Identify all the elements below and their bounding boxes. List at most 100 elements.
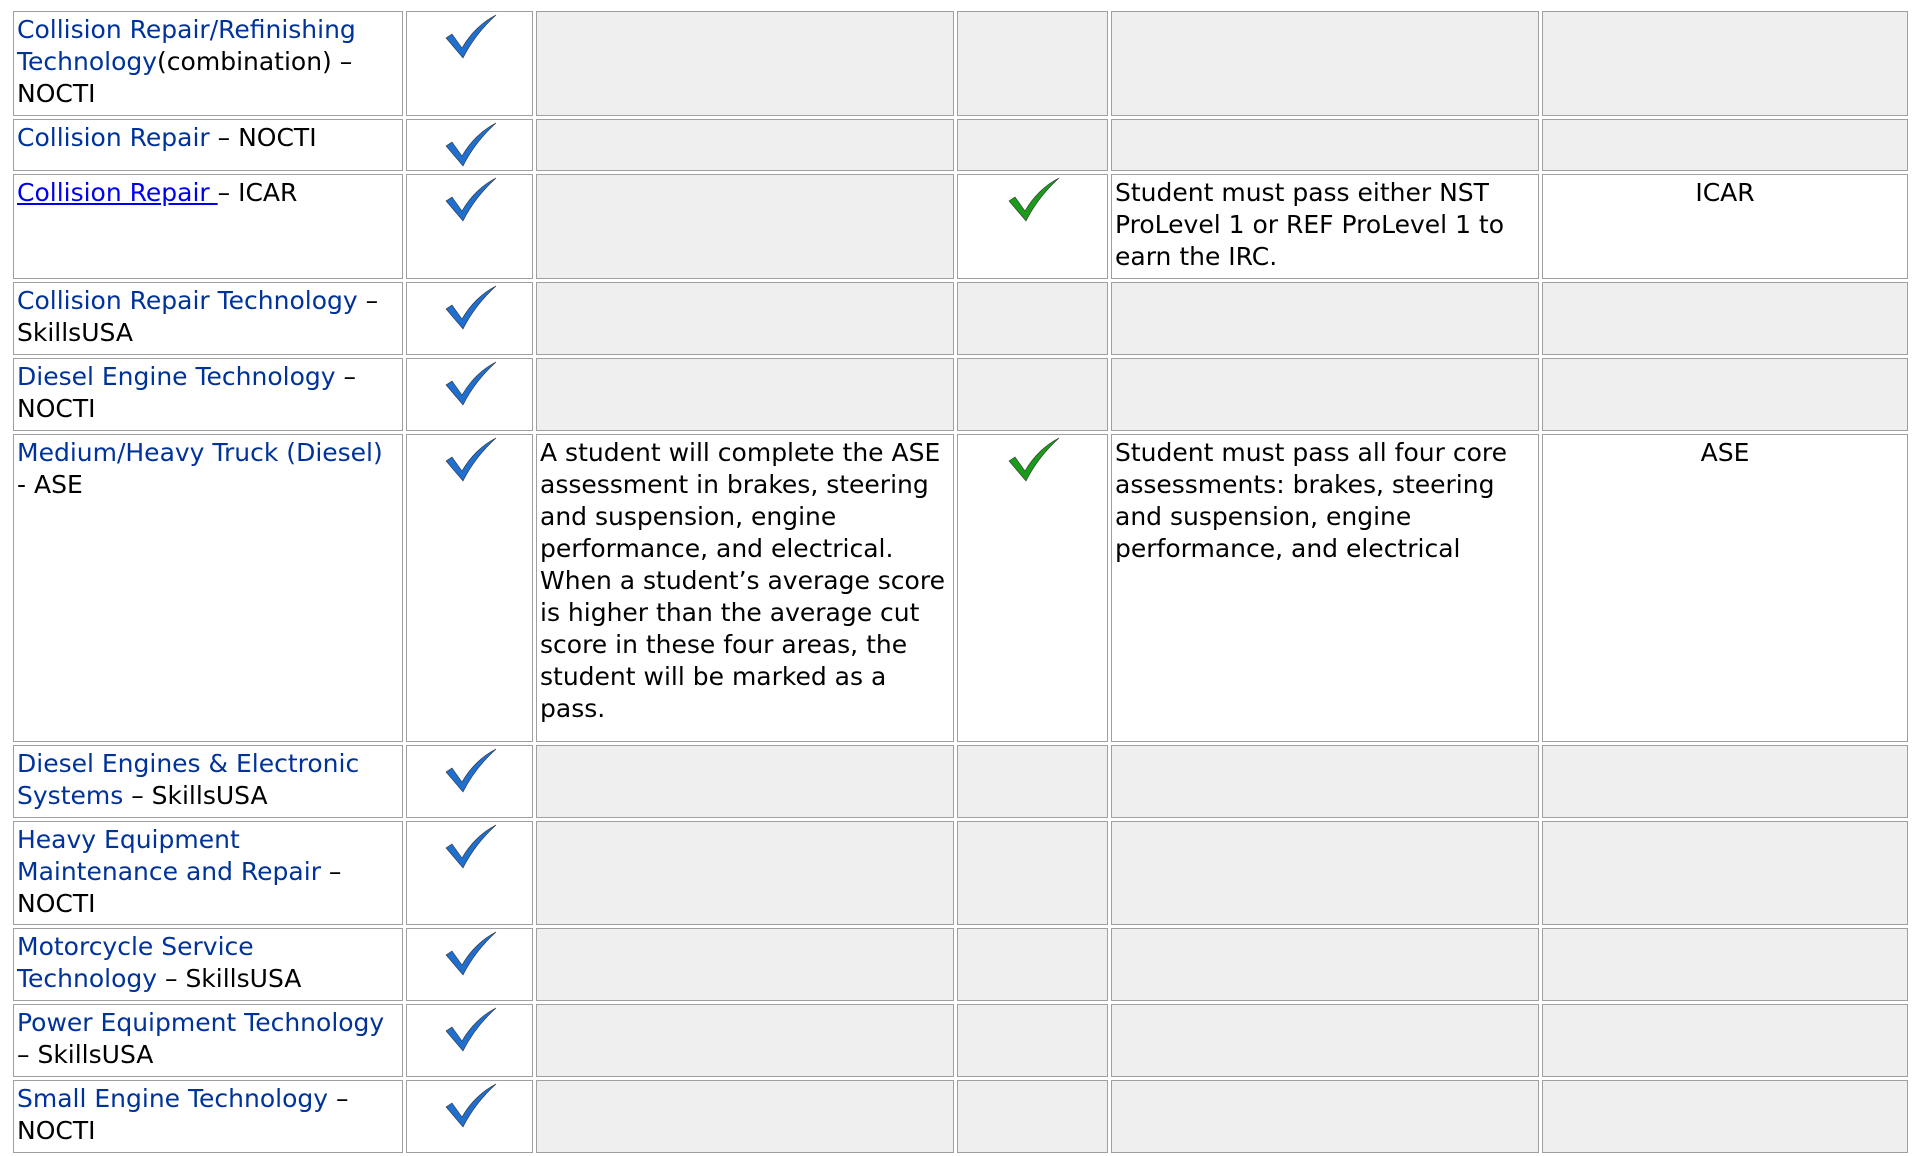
approved-check-cell bbox=[406, 928, 533, 1001]
credential-link[interactable]: Heavy Equipment Maintenance and Repair bbox=[17, 825, 321, 886]
description-cell bbox=[536, 1080, 954, 1153]
table-row: Diesel Engine Technology – NOCTI bbox=[13, 358, 1908, 431]
green-checkmark-icon bbox=[1008, 437, 1059, 482]
credential-name-cell: Heavy Equipment Maintenance and Repair –… bbox=[13, 821, 403, 925]
requirement-note-cell bbox=[1111, 1004, 1539, 1077]
blue-checkmark-icon bbox=[445, 1007, 496, 1052]
table-row: Medium/Heavy Truck (Diesel) - ASE A stude… bbox=[13, 434, 1908, 742]
pass-check-cell bbox=[957, 358, 1108, 431]
description-cell bbox=[536, 1004, 954, 1077]
issuing-organization-cell bbox=[1542, 282, 1908, 355]
requirement-note-cell bbox=[1111, 119, 1539, 171]
approved-check-cell bbox=[406, 434, 533, 742]
blue-checkmark-icon bbox=[445, 285, 496, 330]
blue-checkmark-icon bbox=[445, 1083, 496, 1128]
credential-table-body: Collision Repair/Refinishing Technology(… bbox=[13, 11, 1908, 1153]
issuing-organization-cell bbox=[1542, 358, 1908, 431]
issuing-organization-cell bbox=[1542, 11, 1908, 116]
credential-name-cell: Collision Repair – NOCTI bbox=[13, 119, 403, 171]
blue-checkmark-icon bbox=[445, 748, 496, 793]
issuing-organization-cell bbox=[1542, 1004, 1908, 1077]
credential-link[interactable]: Collision Repair bbox=[17, 178, 218, 207]
credential-name-cell: Diesel Engines & Electronic Systems – Sk… bbox=[13, 745, 403, 818]
green-checkmark-icon bbox=[1008, 177, 1059, 222]
approved-check-cell bbox=[406, 1004, 533, 1077]
issuing-organization-cell bbox=[1542, 745, 1908, 818]
credential-name-cell: Medium/Heavy Truck (Diesel) - ASE bbox=[13, 434, 403, 742]
pass-check-cell bbox=[957, 119, 1108, 171]
description-cell: A student will complete the ASE assessme… bbox=[536, 434, 954, 742]
blue-checkmark-icon bbox=[445, 122, 496, 167]
credential-link[interactable]: Power Equipment Technology bbox=[17, 1008, 384, 1037]
pass-check-cell bbox=[957, 745, 1108, 818]
issuing-organization-cell: ICAR bbox=[1542, 174, 1908, 279]
requirement-note-cell bbox=[1111, 358, 1539, 431]
description-cell bbox=[536, 745, 954, 818]
credential-provider: – SkillsUSA bbox=[17, 1040, 154, 1069]
credential-provider: – SkillsUSA bbox=[157, 964, 302, 993]
approved-check-cell bbox=[406, 282, 533, 355]
pass-check-cell bbox=[957, 434, 1108, 742]
credential-name-cell: Collision Repair – ICAR bbox=[13, 174, 403, 279]
blue-checkmark-icon bbox=[445, 437, 496, 482]
credential-name-cell: Small Engine Technology – NOCTI bbox=[13, 1080, 403, 1153]
credential-link[interactable]: Diesel Engine Technology bbox=[17, 362, 336, 391]
pass-check-cell bbox=[957, 282, 1108, 355]
table-row: Motorcycle Service Technology – SkillsUS… bbox=[13, 928, 1908, 1001]
requirement-note-cell bbox=[1111, 745, 1539, 818]
table-row: Collision Repair – NOCTI bbox=[13, 119, 1908, 171]
description-cell bbox=[536, 174, 954, 279]
requirement-note-cell bbox=[1111, 11, 1539, 116]
blue-checkmark-icon bbox=[445, 14, 496, 59]
description-cell bbox=[536, 928, 954, 1001]
table-row: Power Equipment Technology – SkillsUSA bbox=[13, 1004, 1908, 1077]
issuing-organization-cell bbox=[1542, 1080, 1908, 1153]
blue-checkmark-icon bbox=[445, 361, 496, 406]
issuing-organization-cell bbox=[1542, 821, 1908, 925]
blue-checkmark-icon bbox=[445, 177, 496, 222]
pass-check-cell bbox=[957, 11, 1108, 116]
issuing-organization-cell bbox=[1542, 119, 1908, 171]
credential-provider: - ASE bbox=[17, 470, 83, 499]
credential-link[interactable]: Medium/Heavy Truck (Diesel) bbox=[17, 438, 383, 467]
approved-check-cell bbox=[406, 1080, 533, 1153]
credential-name-cell: Diesel Engine Technology – NOCTI bbox=[13, 358, 403, 431]
requirement-note-cell bbox=[1111, 282, 1539, 355]
approved-check-cell bbox=[406, 821, 533, 925]
credential-name-cell: Collision Repair/Refinishing Technology(… bbox=[13, 11, 403, 116]
table-row: Heavy Equipment Maintenance and Repair –… bbox=[13, 821, 1908, 925]
credential-link[interactable]: Collision Repair bbox=[17, 123, 210, 152]
pass-check-cell bbox=[957, 821, 1108, 925]
requirement-note-cell bbox=[1111, 821, 1539, 925]
credential-link[interactable]: Small Engine Technology bbox=[17, 1084, 328, 1113]
credential-provider: – SkillsUSA bbox=[123, 781, 268, 810]
approved-check-cell bbox=[406, 119, 533, 171]
requirement-note-cell bbox=[1111, 1080, 1539, 1153]
approved-check-cell bbox=[406, 174, 533, 279]
table-row: Diesel Engines & Electronic Systems – Sk… bbox=[13, 745, 1908, 818]
table-row: Collision Repair Technology – SkillsUSA bbox=[13, 282, 1908, 355]
requirement-note-cell: Student must pass either NST ProLevel 1 … bbox=[1111, 174, 1539, 279]
description-cell bbox=[536, 282, 954, 355]
credential-provider: – NOCTI bbox=[209, 123, 317, 152]
pass-check-cell bbox=[957, 1080, 1108, 1153]
issuing-organization-cell bbox=[1542, 928, 1908, 1001]
requirement-note-cell bbox=[1111, 928, 1539, 1001]
blue-checkmark-icon bbox=[445, 931, 496, 976]
description-cell bbox=[536, 11, 954, 116]
credential-provider: – ICAR bbox=[217, 178, 298, 207]
description-cell bbox=[536, 358, 954, 431]
pass-check-cell bbox=[957, 928, 1108, 1001]
credential-name-cell: Motorcycle Service Technology – SkillsUS… bbox=[13, 928, 403, 1001]
description-cell bbox=[536, 821, 954, 925]
issuing-organization-cell: ASE bbox=[1542, 434, 1908, 742]
approved-check-cell bbox=[406, 11, 533, 116]
approved-check-cell bbox=[406, 745, 533, 818]
approved-check-cell bbox=[406, 358, 533, 431]
table-row: Collision Repair – ICAR Student must pass… bbox=[13, 174, 1908, 279]
credential-link[interactable]: Collision Repair Technology bbox=[17, 286, 358, 315]
table-row: Small Engine Technology – NOCTI bbox=[13, 1080, 1908, 1153]
credential-name-cell: Power Equipment Technology – SkillsUSA bbox=[13, 1004, 403, 1077]
table-row: Collision Repair/Refinishing Technology(… bbox=[13, 11, 1908, 116]
credential-name-cell: Collision Repair Technology – SkillsUSA bbox=[13, 282, 403, 355]
